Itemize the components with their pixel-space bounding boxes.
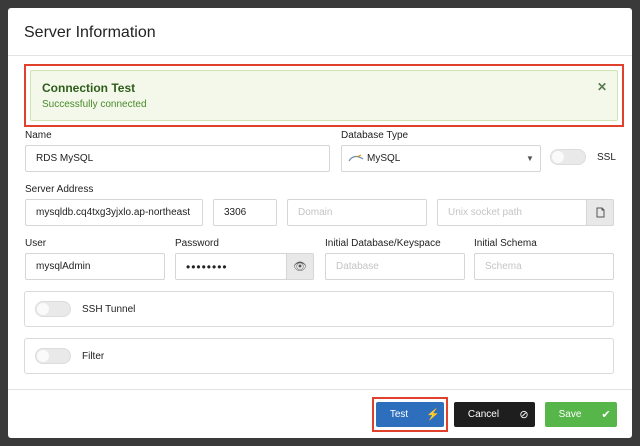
server-address-label: Server Address [25,184,94,195]
database-type-value: MySQL [367,153,401,164]
show-password-button[interactable]: 👁 [286,253,314,280]
ssl-label: SSL [597,152,616,163]
user-input[interactable]: mysqlAdmin [25,253,165,280]
name-input[interactable]: RDS MySQL [25,145,330,172]
filter-toggle[interactable] [35,348,71,364]
connection-test-alert: Connection Test Successfully connected ✕ [30,70,618,121]
cancel-icon: ⊘ [519,409,529,421]
dialog-title: Server Information [24,24,156,41]
server-address-input[interactable]: mysqldb.cq4txg3yjxlo.ap-northeast [25,199,203,226]
database-type-label: Database Type [341,130,409,141]
chevron-down-icon: ▼ [526,154,534,163]
domain-input[interactable]: Domain [287,199,427,226]
plug-icon: ⚡ [426,409,440,421]
cancel-button-label: Cancel [467,409,500,420]
initial-schema-input[interactable]: Schema [474,253,614,280]
password-input[interactable]: •••••••• [175,253,287,280]
dialog-header: Server Information [8,8,632,56]
alert-highlight: Connection Test Successfully connected ✕ [24,64,624,127]
initial-schema-label: Initial Schema [474,238,537,249]
eye-icon: 👁 [293,261,307,273]
save-button-label: Save [558,409,582,420]
server-info-dialog: Server Information Connection Test Succe… [8,8,632,438]
cancel-button[interactable]: Cancel ⊘ [454,402,535,427]
file-browse-button[interactable] [586,199,614,226]
alert-message: Successfully connected [42,99,147,110]
alert-title: Connection Test [42,81,136,95]
dialog-footer: Test ⚡ Cancel ⊘ Save ✔ [8,389,632,438]
database-type-select[interactable]: MySQL [341,145,541,172]
ssh-tunnel-label: SSH Tunnel [82,304,136,315]
test-button[interactable]: Test ⚡ [376,402,444,427]
initial-database-label: Initial Database/Keyspace [325,238,441,249]
ssl-toggle[interactable] [550,149,586,165]
user-label: User [25,238,47,249]
name-label: Name [25,130,52,141]
port-input[interactable]: 3306 [213,199,277,226]
filter-label: Filter [82,351,105,362]
test-button-label: Test [389,409,409,420]
initial-database-input[interactable]: Database [325,253,465,280]
filter-panel: Filter [24,338,614,374]
password-label: Password [175,238,219,249]
save-button[interactable]: Save ✔ [545,402,617,427]
mysql-icon [348,154,364,163]
ssh-tunnel-toggle[interactable] [35,301,71,317]
ssh-tunnel-panel: SSH Tunnel [24,291,614,327]
check-icon: ✔ [601,409,611,421]
close-icon[interactable]: ✕ [597,80,607,94]
socket-path-input[interactable]: Unix socket path [437,199,587,226]
file-icon [596,207,604,218]
